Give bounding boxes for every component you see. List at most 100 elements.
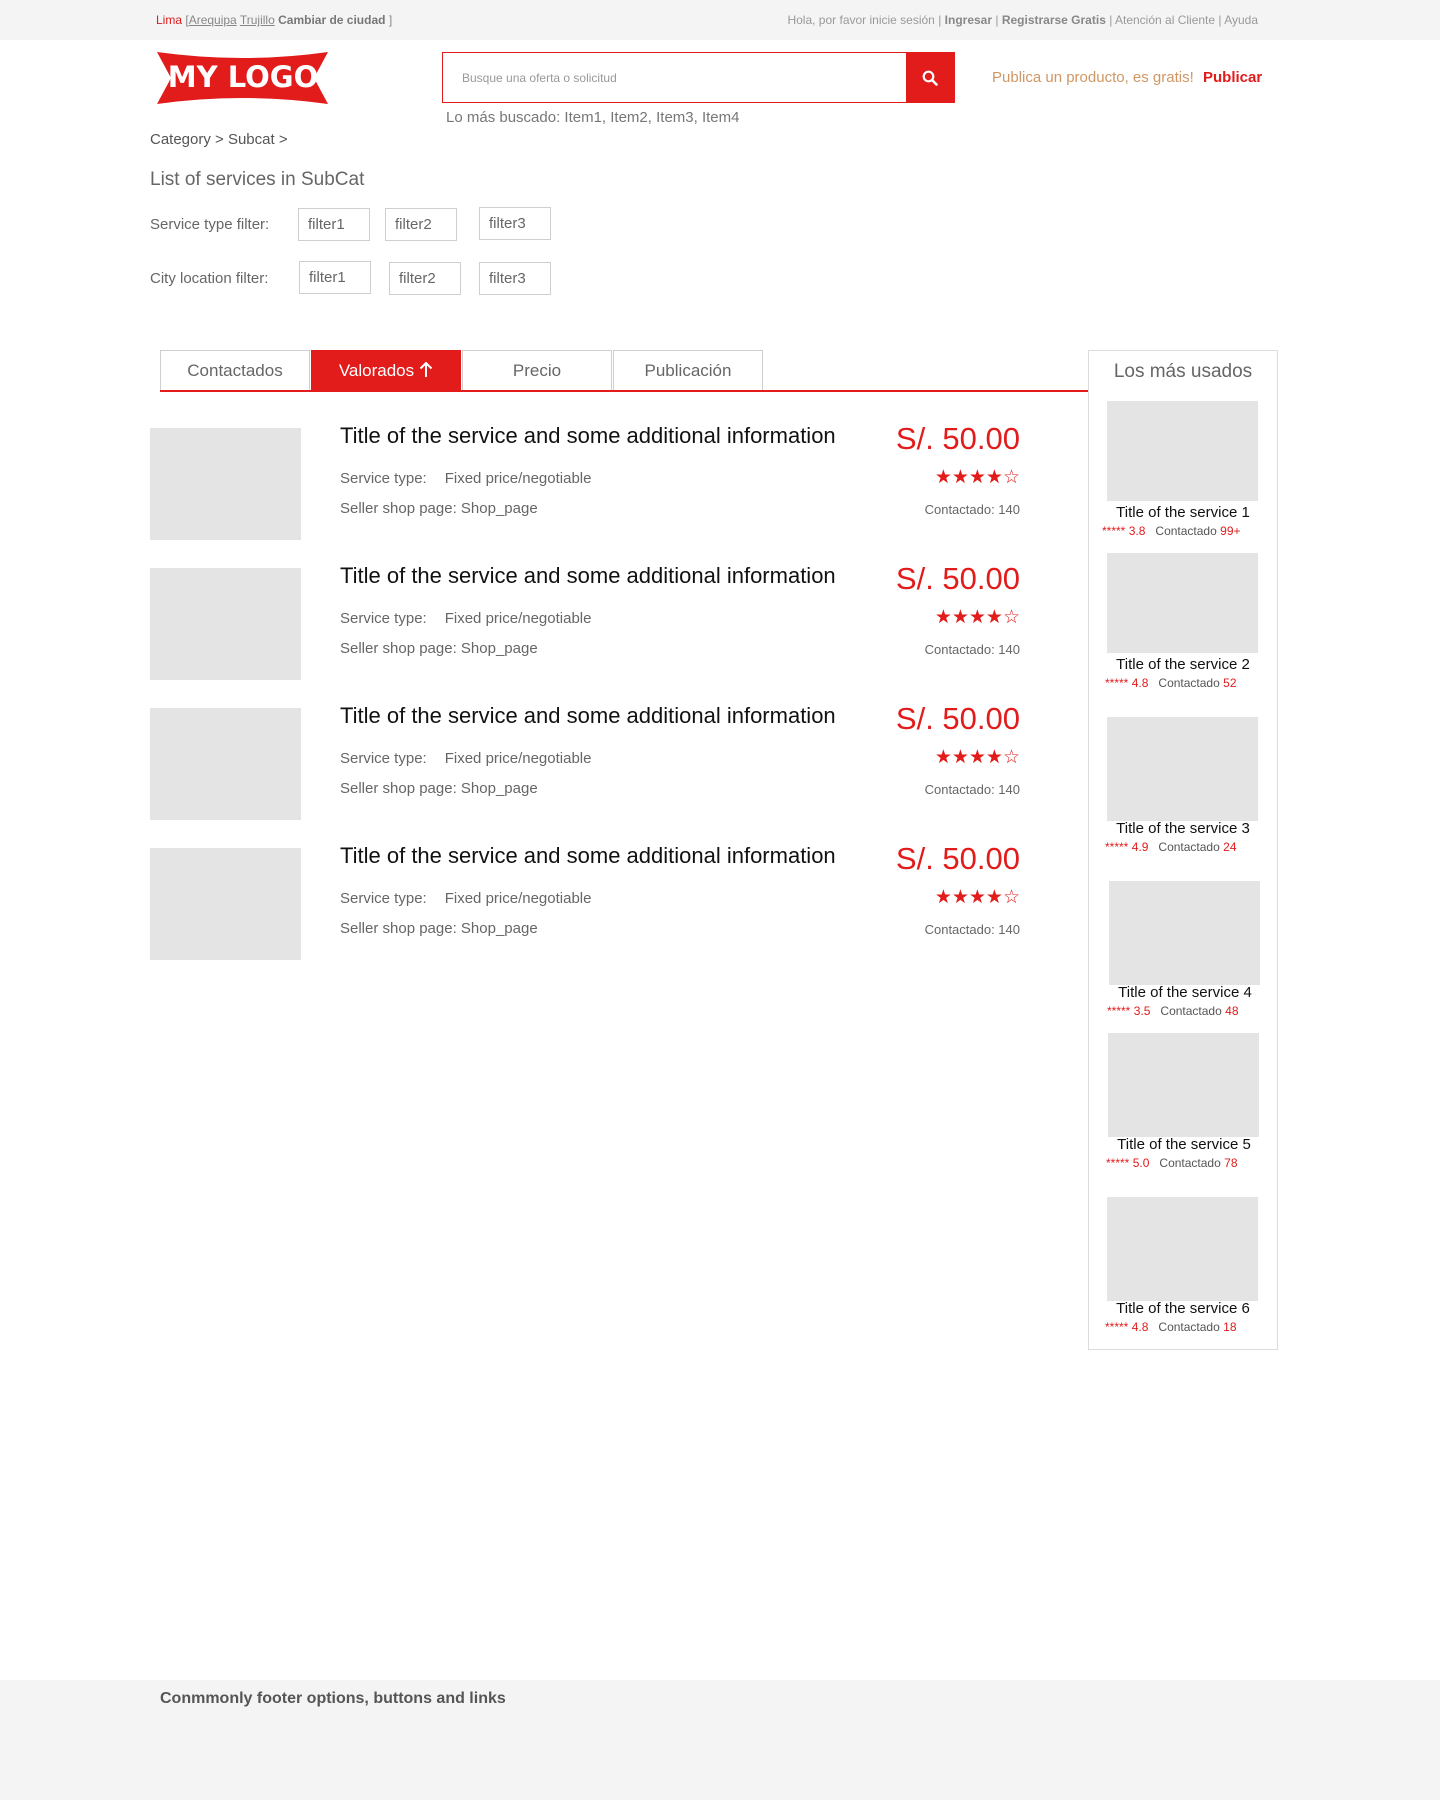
service-type-label: Service type: (340, 890, 427, 907)
search-bar (442, 52, 955, 103)
sidebar-item-meta: ***** 4.8 Contactado 52 (1105, 676, 1237, 690)
service-listing[interactable]: Title of the service and some additional… (150, 421, 1020, 540)
service-price: S/. 50.00 (895, 421, 1020, 456)
sidebar-item-title[interactable]: Title of the service 1 (1089, 504, 1277, 521)
service-price: S/. 50.00 (895, 561, 1020, 596)
sidebar-item-contacts: 99+ (1220, 524, 1241, 538)
service-type-filter-1[interactable]: filter1 (298, 208, 370, 241)
city-link-arequipa[interactable]: Arequipa (189, 13, 237, 27)
service-type-value: Fixed price/negotiable (444, 890, 592, 907)
sidebar-item-stars: ***** (1102, 524, 1126, 538)
logo-text: MY LOGO (168, 60, 319, 94)
service-listing[interactable]: Title of the service and some additional… (150, 701, 1020, 820)
service-thumbnail[interactable] (150, 848, 301, 960)
sidebar-item-meta: ***** 3.5 Contactado 48 (1107, 1004, 1239, 1018)
sidebar-item-image[interactable] (1107, 553, 1258, 653)
breadcrumb[interactable]: Category > Subcat > (150, 131, 288, 148)
service-type: Service type: Fixed price/negotiable (340, 610, 591, 627)
site-logo[interactable]: MY LOGO (155, 48, 330, 107)
service-title[interactable]: Title of the service and some additional… (340, 563, 836, 589)
sidebar-item-rating: 3.5 (1133, 1004, 1151, 1018)
sidebar-item-image[interactable] (1107, 401, 1258, 501)
separator: | (992, 13, 1002, 27)
sidebar-item-image[interactable] (1107, 1197, 1258, 1301)
register-link[interactable]: Registrarse Gratis (1002, 13, 1106, 27)
sidebar-item-image[interactable] (1107, 717, 1258, 821)
sidebar-item-contact-label: Contactado (1158, 1320, 1220, 1334)
service-thumbnail[interactable] (150, 428, 301, 540)
contact-count: Contactado: 140 (924, 642, 1020, 657)
city-location-filter-1[interactable]: filter1 (299, 261, 371, 294)
sidebar-item-title[interactable]: Title of the service 2 (1089, 656, 1277, 673)
search-input[interactable] (443, 53, 906, 102)
service-type-filter-3[interactable]: filter3 (479, 207, 551, 240)
seller-shop-link[interactable]: Shop_page (461, 780, 538, 797)
current-city: Lima (156, 13, 183, 27)
seller-shop-link[interactable]: Shop_page (461, 920, 538, 937)
service-title[interactable]: Title of the service and some additional… (340, 423, 836, 449)
publish-prompt: Publica un producto, es gratis! (992, 69, 1194, 86)
sidebar-item-rating: 4.8 (1131, 676, 1149, 690)
service-type-filter-2[interactable]: filter2 (385, 208, 457, 241)
seller-shop: Seller shop page: Shop_page (340, 780, 538, 797)
star-rating: ★★★★☆ (934, 887, 1020, 908)
sidebar-item-meta: ***** 3.8 Contactado 99+ (1102, 524, 1241, 538)
sidebar-item-stars: ***** (1105, 676, 1129, 690)
service-type-value: Fixed price/negotiable (444, 470, 592, 487)
service-thumbnail[interactable] (150, 568, 301, 680)
sidebar-item-rating: 4.9 (1131, 840, 1149, 854)
sidebar-item-rating: 4.8 (1131, 1320, 1149, 1334)
service-title[interactable]: Title of the service and some additional… (340, 843, 836, 869)
popular-searches: Lo más buscado: Item1, Item2, Item3, Ite… (446, 109, 740, 126)
city-location-filter-3[interactable]: filter3 (479, 262, 551, 295)
sidebar-item-image[interactable] (1109, 881, 1260, 985)
seller-shop-link[interactable]: Shop_page (461, 500, 538, 517)
star-rating: ★★★★☆ (934, 607, 1020, 628)
city-location-filter-2[interactable]: filter2 (389, 262, 461, 295)
sidebar-item-contact-label: Contactado (1158, 840, 1220, 854)
help-link[interactable]: Ayuda (1224, 13, 1258, 27)
service-listing[interactable]: Title of the service and some additional… (150, 561, 1020, 680)
tab-valorados[interactable]: Valorados (311, 350, 461, 391)
tabs-underline (160, 390, 1088, 392)
service-type-label: Service type: (340, 610, 427, 627)
tab-contactados[interactable]: Contactados (160, 350, 310, 391)
seller-shop-link[interactable]: Shop_page (461, 640, 538, 657)
sidebar-item-title[interactable]: Title of the service 4 (1091, 984, 1279, 1001)
sidebar-item-title[interactable]: Title of the service 5 (1090, 1136, 1278, 1153)
login-link[interactable]: Ingresar (945, 13, 992, 27)
city-link-trujillo[interactable]: Trujillo (240, 13, 275, 27)
bracket-close: ] (385, 13, 393, 27)
star-rating: ★★★★☆ (934, 467, 1020, 488)
sidebar-item-rating: 3.8 (1128, 524, 1146, 538)
tab-label: Publicación (644, 361, 732, 380)
city-selector: Lima [Arequipa Trujillo Cambiar de ciuda… (156, 13, 392, 27)
top-bar: Lima [Arequipa Trujillo Cambiar de ciuda… (0, 0, 1440, 40)
support-link[interactable]: Atención al Cliente (1115, 13, 1215, 27)
page-title: List of services in SubCat (150, 169, 365, 190)
service-type: Service type: Fixed price/negotiable (340, 750, 591, 767)
sidebar-item-stars: ***** (1105, 840, 1129, 854)
sidebar-item-image[interactable] (1108, 1033, 1259, 1137)
sidebar-item-stars: ***** (1105, 1320, 1129, 1334)
seller-shop-label: Seller shop page: (340, 500, 457, 517)
account-links: Hola, por favor inicie sesión | Ingresar… (787, 13, 1258, 27)
sidebar-item-title[interactable]: Title of the service 3 (1089, 820, 1277, 837)
tab-label: Contactados (187, 361, 283, 380)
bracket-open: [ (182, 13, 189, 27)
tab-precio[interactable]: Precio (462, 350, 612, 391)
seller-shop-label: Seller shop page: (340, 780, 457, 797)
service-price: S/. 50.00 (895, 701, 1020, 736)
service-type-value: Fixed price/negotiable (444, 750, 592, 767)
tab-publicacion[interactable]: Publicación (613, 350, 763, 391)
sidebar-item-contact-label: Contactado (1155, 524, 1217, 538)
publish-link[interactable]: Publicar (1203, 69, 1262, 86)
service-title[interactable]: Title of the service and some additional… (340, 703, 836, 729)
change-city-link[interactable]: Cambiar de ciudad (278, 13, 385, 27)
footer: Conmmonly footer options, buttons and li… (0, 1680, 1440, 1800)
search-button[interactable] (906, 53, 954, 102)
sidebar-item-title[interactable]: Title of the service 6 (1089, 1300, 1277, 1317)
service-thumbnail[interactable] (150, 708, 301, 820)
greeting-text: Hola, por favor inicie sesión (787, 13, 935, 27)
service-listing[interactable]: Title of the service and some additional… (150, 841, 1020, 960)
